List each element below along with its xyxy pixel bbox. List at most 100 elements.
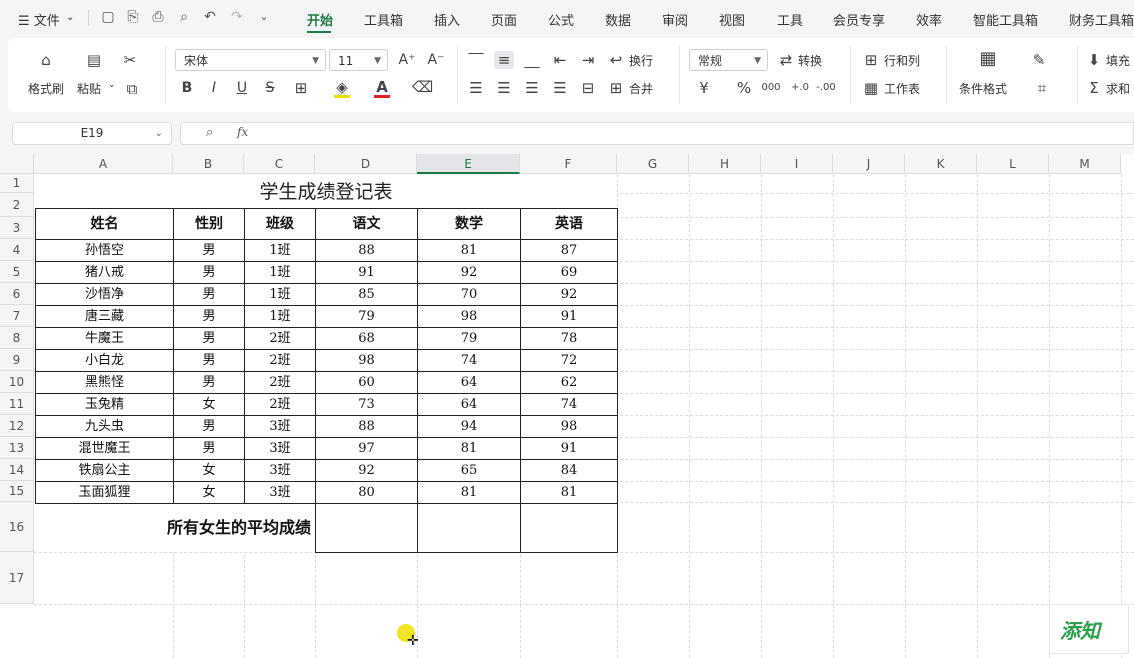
table-cell[interactable]: 60	[315, 371, 418, 394]
table-cell[interactable]: 玉面狐狸	[35, 481, 174, 504]
table-cell[interactable]: 72	[520, 349, 618, 372]
worksheet-icon[interactable]: ▦	[861, 79, 881, 97]
tab-page[interactable]: 页面	[491, 10, 517, 29]
row-header-5[interactable]: 5	[0, 261, 34, 283]
table-cell[interactable]: 87	[520, 239, 618, 262]
column-header-h[interactable]: H	[689, 154, 761, 174]
table-cell[interactable]: 男	[173, 261, 245, 284]
cell-border-icon[interactable]: ⌗	[1032, 79, 1052, 97]
clear-format-icon[interactable]: ⌫	[412, 78, 433, 96]
table-cell[interactable]: 84	[520, 459, 618, 482]
table-cell[interactable]: 黑熊怪	[35, 371, 174, 394]
tab-smart-toolbox[interactable]: 智能工具箱	[973, 10, 1038, 29]
paste-button[interactable]: 粘贴	[77, 80, 101, 97]
print-preview-icon[interactable]: ⌕	[176, 9, 192, 25]
sum-button[interactable]: 求和	[1106, 80, 1130, 97]
sum-icon[interactable]: Σ	[1084, 79, 1104, 97]
fill-color-icon[interactable]: ◈	[332, 78, 352, 96]
table-cell[interactable]: 2班	[244, 371, 316, 394]
table-cell[interactable]: 81	[417, 481, 521, 504]
column-header-j[interactable]: J	[833, 154, 905, 174]
column-header-e[interactable]: E	[417, 154, 520, 174]
table-cell[interactable]: 64	[417, 393, 521, 416]
table-header-cell[interactable]: 英语	[520, 208, 618, 240]
export-pdf-icon[interactable]: ⎘	[125, 9, 141, 25]
table-cell[interactable]: 男	[173, 437, 245, 460]
table-cell[interactable]: 98	[520, 415, 618, 438]
table-cell[interactable]: 69	[520, 261, 618, 284]
tab-efficiency[interactable]: 效率	[916, 10, 942, 29]
table-cell[interactable]: 92	[520, 283, 618, 306]
thousands-button[interactable]: 000	[761, 79, 781, 97]
font-name-select[interactable]: 宋体 ▼	[175, 49, 326, 71]
table-cell[interactable]: 98	[417, 305, 521, 328]
column-header-a[interactable]: A	[34, 154, 173, 174]
tab-review[interactable]: 审阅	[662, 10, 688, 29]
table-header-cell[interactable]: 姓名	[35, 208, 174, 240]
copy-icon[interactable]: ⧉	[122, 80, 142, 98]
column-header-g[interactable]: G	[617, 154, 689, 174]
file-menu[interactable]: ☰ 文件	[18, 10, 60, 29]
table-cell[interactable]: 62	[520, 371, 618, 394]
align-center-icon[interactable]: ☰	[494, 79, 514, 97]
increase-font-icon[interactable]: A⁺	[397, 51, 417, 69]
table-cell[interactable]: 79	[417, 327, 521, 350]
distributed-icon[interactable]: ⊟	[578, 79, 598, 97]
more-chevron-icon[interactable]: ⌄	[256, 9, 272, 25]
table-cell[interactable]: 65	[417, 459, 521, 482]
table-cell[interactable]: 88	[315, 415, 418, 438]
table-cell[interactable]: 男	[173, 327, 245, 350]
row-header-10[interactable]: 10	[0, 371, 34, 393]
table-cell[interactable]: 1班	[244, 239, 316, 262]
font-color-icon[interactable]: A	[372, 78, 392, 96]
table-cell[interactable]: 64	[417, 371, 521, 394]
decrease-decimal-button[interactable]: -.00	[816, 79, 836, 97]
italic-button[interactable]: I	[204, 79, 224, 97]
save-icon[interactable]: ▢	[100, 9, 116, 25]
table-cell[interactable]: 73	[315, 393, 418, 416]
table-cell[interactable]: 3班	[244, 437, 316, 460]
table-cell[interactable]: 92	[417, 261, 521, 284]
paste-chevron-icon[interactable]: ⌄	[108, 80, 116, 90]
conditional-format-button[interactable]: 条件格式	[959, 80, 1007, 97]
format-painter-button[interactable]: 格式刷	[28, 80, 64, 97]
fill-icon[interactable]: ⬇	[1084, 51, 1104, 69]
table-cell[interactable]: 98	[315, 349, 418, 372]
row-header-4[interactable]: 4	[0, 239, 34, 261]
column-header-b[interactable]: B	[173, 154, 244, 174]
column-header-i[interactable]: I	[761, 154, 833, 174]
tab-insert[interactable]: 插入	[434, 10, 460, 29]
table-cell[interactable]: 81	[417, 239, 521, 262]
table-cell[interactable]: 88	[315, 239, 418, 262]
merge-icon[interactable]: ⊞	[606, 79, 626, 97]
table-cell[interactable]: 81	[417, 437, 521, 460]
row-header-3[interactable]: 3	[0, 217, 34, 239]
convert-button[interactable]: 转换	[798, 52, 822, 69]
table-cell[interactable]: 81	[520, 481, 618, 504]
bold-button[interactable]: B	[177, 79, 197, 97]
print-icon[interactable]: ⎙	[150, 9, 166, 25]
fx-icon[interactable]: fx	[237, 125, 248, 139]
table-cell[interactable]: 唐三藏	[35, 305, 174, 328]
tab-tools[interactable]: 工具	[777, 10, 803, 29]
chevron-down-icon[interactable]: ⌄	[155, 123, 163, 144]
column-header-m[interactable]: M	[1049, 154, 1121, 174]
column-header-f[interactable]: F	[520, 154, 617, 174]
align-middle-icon[interactable]: ≡	[494, 51, 514, 69]
row-header-9[interactable]: 9	[0, 349, 34, 371]
table-cell[interactable]: 小白龙	[35, 349, 174, 372]
table-cell[interactable]: 1班	[244, 305, 316, 328]
table-cell[interactable]: 79	[315, 305, 418, 328]
row-header-11[interactable]: 11	[0, 393, 34, 415]
row-header-1[interactable]: 1	[0, 174, 34, 193]
table-cell[interactable]: 92	[315, 459, 418, 482]
table-cell[interactable]: 91	[520, 305, 618, 328]
column-header-d[interactable]: D	[315, 154, 417, 174]
sheet-title[interactable]: 学生成绩登记表	[35, 174, 617, 208]
rows-cols-button[interactable]: 行和列	[884, 52, 920, 69]
table-cell[interactable]: 女	[173, 393, 245, 416]
tab-view[interactable]: 视图	[719, 10, 745, 29]
table-cell[interactable]: 男	[173, 239, 245, 262]
table-cell[interactable]: 男	[173, 305, 245, 328]
table-cell[interactable]: 孙悟空	[35, 239, 174, 262]
